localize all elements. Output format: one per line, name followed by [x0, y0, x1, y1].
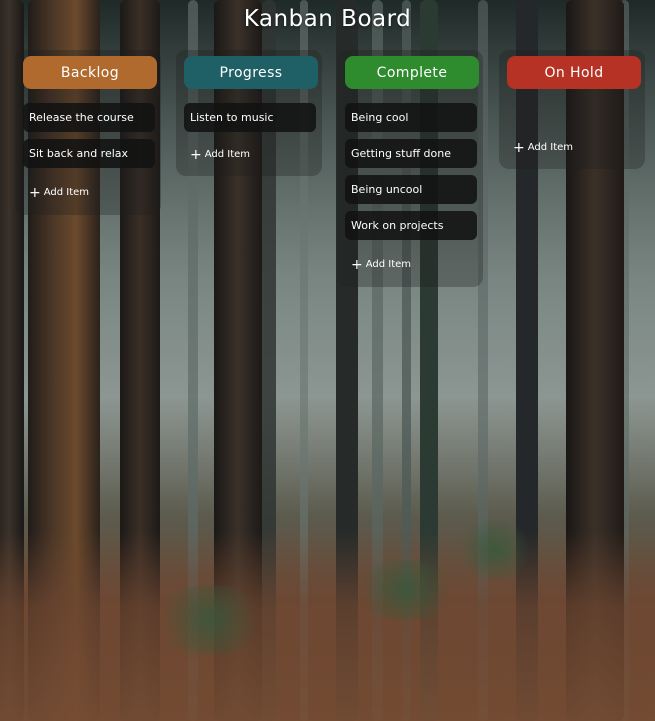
column-header-backlog[interactable]: Backlog — [23, 56, 157, 89]
forest-shrub — [350, 560, 460, 620]
list-item[interactable]: Being uncool — [345, 175, 477, 204]
column-header-on-hold[interactable]: On Hold — [507, 56, 641, 89]
add-item-button[interactable]: + Add Item — [513, 139, 574, 156]
list-item[interactable]: Being cool — [345, 103, 477, 132]
list-item[interactable]: Work on projects — [345, 211, 477, 240]
add-item-label: Add Item — [365, 259, 412, 270]
column-header-progress[interactable]: Progress — [184, 56, 318, 89]
column-backlog: Backlog Release the course Sit back and … — [15, 50, 161, 215]
add-item-button[interactable]: + Add Item — [190, 146, 251, 163]
column-progress: Progress Listen to music + Add Item — [176, 50, 322, 176]
forest-shrub — [455, 520, 535, 580]
column-on-hold: On Hold + Add Item — [499, 50, 645, 169]
plus-icon: + — [513, 139, 525, 156]
kanban-board: Backlog Release the course Sit back and … — [15, 50, 655, 300]
column-complete: Complete Being cool Getting stuff done B… — [337, 50, 483, 287]
plus-icon: + — [351, 256, 363, 273]
list-item[interactable]: Release the course — [23, 103, 155, 132]
add-item-label: Add Item — [43, 187, 90, 198]
add-item-label: Add Item — [527, 142, 574, 153]
list-item[interactable]: Listen to music — [184, 103, 316, 132]
column-header-complete[interactable]: Complete — [345, 56, 479, 89]
page-title: Kanban Board — [243, 6, 412, 32]
add-item-label: Add Item — [204, 149, 251, 160]
plus-icon: + — [29, 184, 41, 201]
list-item[interactable]: Getting stuff done — [345, 139, 477, 168]
add-item-button[interactable]: + Add Item — [351, 256, 412, 273]
plus-icon: + — [190, 146, 202, 163]
forest-shrub — [150, 585, 270, 655]
list-item[interactable]: Sit back and relax — [23, 139, 155, 168]
forest-floor — [0, 531, 655, 721]
add-item-button[interactable]: + Add Item — [29, 184, 90, 201]
